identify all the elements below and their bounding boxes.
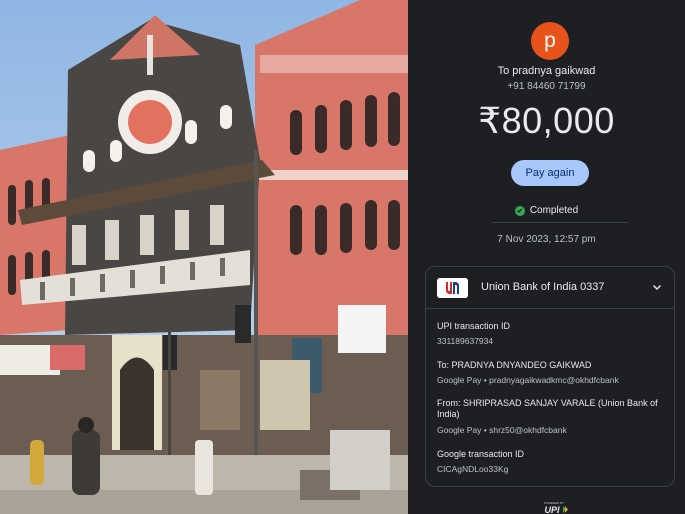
upi-logo-icon: POWERED BY UPI — [544, 501, 568, 514]
payment-status: Completed — [408, 205, 685, 216]
upi-transaction-id-label: UPI transaction ID — [437, 321, 511, 331]
recipient-phone: +91 84460 71799 — [507, 81, 586, 92]
bank-account-row[interactable]: Union Bank of India 0337 — [426, 267, 674, 309]
from-account-label: From: SHRIPRASAD SANJAY VARALE (Union Ba… — [437, 398, 658, 419]
recipient-name: To pradnya gaikwad — [497, 65, 596, 77]
from-account-upi: Google Pay • shrz50@okhdfcbank — [437, 425, 567, 435]
payment-details-panel: p To pradnya gaikwad +91 84460 71799 ₹80… — [408, 0, 685, 514]
chevron-down-icon[interactable] — [650, 280, 664, 294]
divider — [492, 222, 628, 223]
union-bank-logo — [437, 278, 468, 298]
check-circle-icon — [514, 205, 525, 216]
transaction-datetime: 7 Nov 2023, 12:57 pm — [497, 234, 596, 245]
payment-amount: ₹80,000 — [478, 100, 615, 141]
to-account-label: To: PRADNYA DNYANDEO GAIKWAD — [437, 360, 592, 370]
google-transaction-id-label: Google transaction ID — [437, 449, 525, 459]
status-label: Completed — [529, 205, 579, 216]
pay-again-button[interactable]: Pay again — [511, 160, 589, 186]
transaction-details-card: Union Bank of India 0337 UPI transaction… — [425, 266, 675, 487]
google-transaction-id-value: CICAgNDLoo33Kg — [437, 464, 509, 474]
upi-transaction-id-value: 331189637934 — [437, 336, 494, 346]
building-photo — [0, 0, 408, 514]
bank-account-name: Union Bank of India 0337 — [481, 281, 605, 293]
recipient-avatar: p — [531, 22, 569, 60]
upi-brand-text: UPI — [544, 505, 560, 514]
to-account-upi: Google Pay • pradnyagaikwadkmc@okhdfcban… — [437, 375, 619, 385]
